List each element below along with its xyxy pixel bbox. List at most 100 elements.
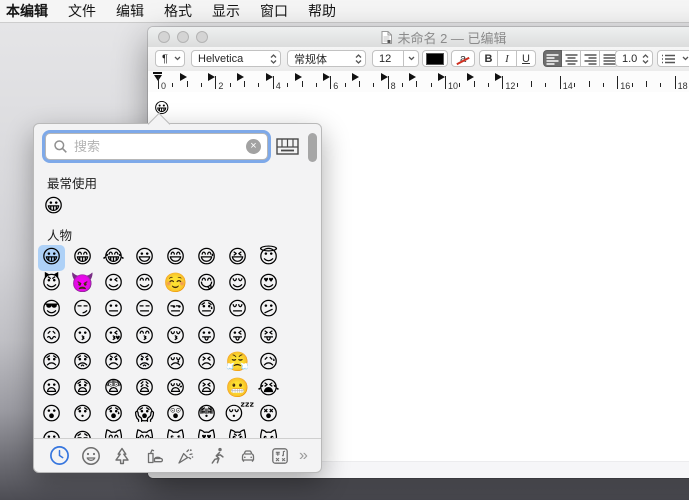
font-family-select[interactable]: Helvetica xyxy=(191,50,281,67)
emoji-item[interactable]: 😢 xyxy=(162,350,189,376)
font-size-field[interactable]: 12 xyxy=(372,50,404,67)
emoji-item[interactable]: 😓 xyxy=(193,297,220,323)
emoji-item[interactable]: 😁 xyxy=(69,245,96,271)
menu-item[interactable]: 显示 xyxy=(202,1,250,21)
emoji-item[interactable]: 😀 xyxy=(40,194,67,220)
emoji-item[interactable]: 😏 xyxy=(69,297,96,323)
tab-stop-marker[interactable] xyxy=(237,73,244,81)
menu-item[interactable]: 帮助 xyxy=(298,1,346,21)
emoji-item[interactable]: 😂 xyxy=(100,245,127,271)
scrollbar-thumb[interactable] xyxy=(308,133,317,162)
tab-stop-marker[interactable] xyxy=(409,73,416,81)
category-objects-symbols-icon[interactable] xyxy=(268,444,292,468)
tab-stop-marker[interactable] xyxy=(323,73,330,81)
emoji-item[interactable]: 😅 xyxy=(193,245,220,271)
emoji-item[interactable]: 😗 xyxy=(69,324,96,350)
category-nature-icon[interactable] xyxy=(110,444,134,468)
emoji-item[interactable]: 😖 xyxy=(38,324,65,350)
emoji-item[interactable]: 😥 xyxy=(255,350,282,376)
emoji-item[interactable]: 😵 xyxy=(255,402,282,428)
emoji-item[interactable]: 😘 xyxy=(100,324,127,350)
category-recents-icon[interactable] xyxy=(47,444,71,468)
font-style-select[interactable]: 常规体 xyxy=(287,50,366,67)
list-style-button[interactable] xyxy=(657,50,689,67)
more-categories-button[interactable]: » xyxy=(299,444,308,468)
category-activity-icon[interactable] xyxy=(205,444,229,468)
emoji-item[interactable]: 😮 xyxy=(38,402,65,428)
align-center-button[interactable] xyxy=(562,50,581,67)
ruler[interactable]: 024681012141618 xyxy=(148,71,689,93)
emoji-item[interactable]: 😟 xyxy=(69,350,96,376)
search-field[interactable]: × xyxy=(45,133,268,160)
emoji-item[interactable]: 😫 xyxy=(193,376,220,402)
emoji-item[interactable]: 😣 xyxy=(193,350,220,376)
emoji-item[interactable]: 😚 xyxy=(162,324,189,350)
emoji-item[interactable]: ☺️ xyxy=(162,271,189,297)
background-color-well[interactable]: a xyxy=(451,50,475,67)
tab-stop-marker[interactable] xyxy=(180,73,187,81)
emoji-item[interactable]: 😒 xyxy=(162,297,189,323)
emoji-item[interactable]: 😕 xyxy=(255,297,282,323)
paragraph-styles-button[interactable]: ¶ xyxy=(155,50,185,67)
emoji-item[interactable]: 😨 xyxy=(100,376,127,402)
tab-stop-marker[interactable] xyxy=(467,73,474,81)
emoji-item[interactable]: 😭 xyxy=(255,376,282,402)
clear-search-button[interactable]: × xyxy=(246,139,261,154)
emoji-item[interactable]: 😲 xyxy=(162,402,189,428)
align-right-button[interactable] xyxy=(581,50,600,67)
emoji-item[interactable]: 😑 xyxy=(131,297,158,323)
character-viewer-expand-button[interactable] xyxy=(276,138,299,155)
emoji-item[interactable]: 😔 xyxy=(224,297,251,323)
tab-stop-marker[interactable] xyxy=(352,73,359,81)
emoji-item[interactable]: 😋 xyxy=(193,271,220,297)
emoji-item[interactable]: 😞 xyxy=(38,350,65,376)
emoji-item[interactable]: 😍 xyxy=(255,271,282,297)
emoji-item[interactable]: 😩 xyxy=(131,376,158,402)
emoji-item[interactable]: 😀 xyxy=(38,245,65,271)
tab-stop-marker[interactable] xyxy=(208,73,215,81)
emoji-item[interactable]: 👿 xyxy=(69,271,96,297)
emoji-item[interactable]: 😤 xyxy=(224,350,251,376)
emoji-item[interactable]: 😐 xyxy=(100,297,127,323)
category-celebration-icon[interactable] xyxy=(173,444,197,468)
category-food-drink-icon[interactable] xyxy=(142,444,166,468)
tab-stop-marker[interactable] xyxy=(381,73,388,81)
tab-stop-marker[interactable] xyxy=(295,73,302,81)
emoji-item[interactable]: 😛 xyxy=(193,324,220,350)
emoji-item[interactable]: 😄 xyxy=(162,245,189,271)
emoji-item[interactable]: 😙 xyxy=(131,324,158,350)
italic-button[interactable]: I xyxy=(498,50,517,67)
underline-button[interactable]: U xyxy=(517,50,536,67)
emoji-item[interactable]: 😊 xyxy=(131,271,158,297)
category-smileys-people-icon[interactable] xyxy=(79,444,103,468)
align-left-button[interactable] xyxy=(543,50,562,67)
text-color-well[interactable] xyxy=(422,50,448,67)
tab-stop-marker[interactable] xyxy=(495,73,502,81)
emoji-item[interactable]: 😦 xyxy=(38,376,65,402)
bold-button[interactable]: B xyxy=(479,50,498,67)
category-travel-places-icon[interactable] xyxy=(236,444,260,468)
tab-stop-marker[interactable] xyxy=(438,73,445,81)
emoji-item[interactable]: 😰 xyxy=(100,402,127,428)
emoji-item[interactable]: 😪 xyxy=(162,376,189,402)
font-size-dropdown-button[interactable] xyxy=(403,50,419,67)
menu-item[interactable]: 文件 xyxy=(58,1,106,21)
emoji-item[interactable]: 😈 xyxy=(38,271,65,297)
emoji-item[interactable]: 😳 xyxy=(193,402,220,428)
tab-stop-marker[interactable] xyxy=(266,73,273,81)
emoji-item[interactable]: 😆 xyxy=(224,245,251,271)
emoji-item[interactable]: 😌 xyxy=(224,271,251,297)
emoji-item[interactable]: 😴 xyxy=(224,402,251,428)
emoji-item[interactable]: 😜 xyxy=(224,324,251,350)
emoji-item[interactable]: 😉 xyxy=(100,271,127,297)
menu-item[interactable]: 窗口 xyxy=(250,1,298,21)
emoji-item[interactable]: 😬 xyxy=(224,376,251,402)
search-input[interactable] xyxy=(72,138,246,155)
emoji-item[interactable]: 😎 xyxy=(38,297,65,323)
emoji-item[interactable]: 😱 xyxy=(131,402,158,428)
emoji-item[interactable]: 😝 xyxy=(255,324,282,350)
emoji-item[interactable]: 😇 xyxy=(255,245,282,271)
menu-item[interactable]: 本编辑 xyxy=(0,1,58,21)
emoji-item[interactable]: 😧 xyxy=(69,376,96,402)
emoji-item[interactable]: 😠 xyxy=(100,350,127,376)
